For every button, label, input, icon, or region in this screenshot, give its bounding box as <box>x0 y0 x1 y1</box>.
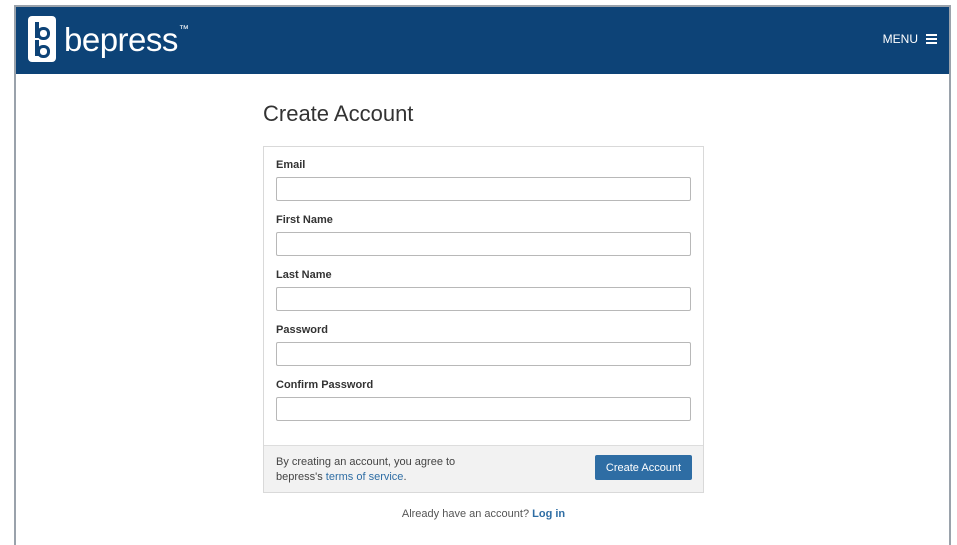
confirm-password-label: Confirm Password <box>276 379 374 391</box>
last-name-field-group: Last Name <box>276 269 691 311</box>
email-field-group: Email <box>276 159 691 201</box>
confirm-password-field-group: Confirm Password <box>276 379 691 421</box>
page-title: Create Account <box>263 101 414 126</box>
form-footer: By creating an account, you agree to bep… <box>264 445 703 492</box>
create-account-button[interactable]: Create Account <box>595 455 692 480</box>
menu-button[interactable]: MENU <box>883 32 937 46</box>
email-input[interactable] <box>276 177 691 201</box>
password-label: Password <box>276 324 328 336</box>
login-prompt-text: Already have an account? <box>401 508 530 520</box>
last-name-input[interactable] <box>276 287 691 311</box>
log-in-link[interactable]: Log in <box>532 508 565 520</box>
last-name-label: Last Name <box>276 269 332 281</box>
login-prompt: Already have an account? Log in <box>263 508 704 520</box>
first-name-label: First Name <box>276 214 333 226</box>
password-field-group: Password <box>276 324 691 366</box>
bepress-logo[interactable]: bepress™ <box>28 16 189 62</box>
password-input[interactable] <box>276 342 691 366</box>
first-name-field-group: First Name <box>276 214 691 256</box>
terms-suffix: . <box>403 471 407 483</box>
top-navigation-bar: bepress™ MENU <box>16 7 949 74</box>
create-account-form: Email First Name Last Name Password Conf… <box>263 146 704 493</box>
hamburger-icon <box>926 34 937 44</box>
terms-middle: bepress's <box>276 471 323 483</box>
email-label: Email <box>276 159 306 171</box>
first-name-input[interactable] <box>276 232 691 256</box>
confirm-password-input[interactable] <box>276 397 691 421</box>
logo-wordmark: bepress™ <box>64 20 189 58</box>
bepress-mark-icon <box>28 16 56 62</box>
terms-of-service-link[interactable]: terms of service <box>326 471 404 483</box>
terms-prefix: By creating an account, you agree to <box>276 456 456 468</box>
terms-notice: By creating an account, you agree to bep… <box>276 455 476 485</box>
browser-frame: bepress™ MENU Create Account Email First… <box>14 5 951 545</box>
menu-label: MENU <box>882 32 918 46</box>
